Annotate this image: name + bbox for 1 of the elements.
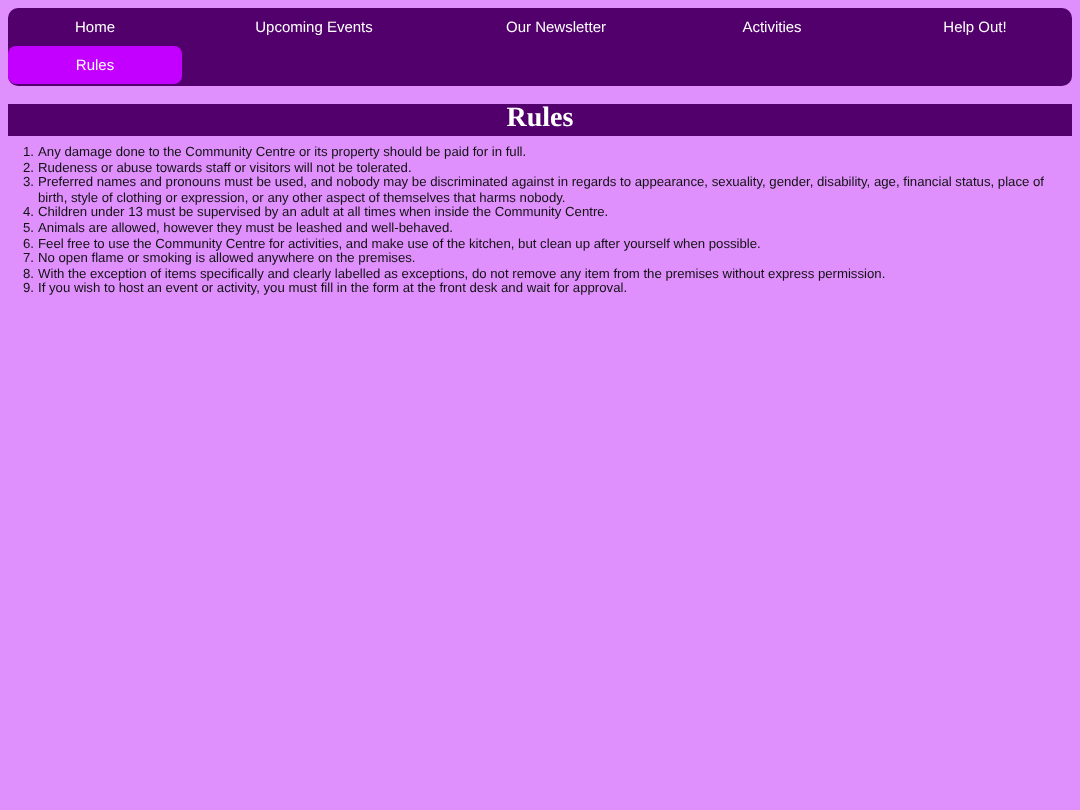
- page-heading: Rules: [8, 104, 1072, 136]
